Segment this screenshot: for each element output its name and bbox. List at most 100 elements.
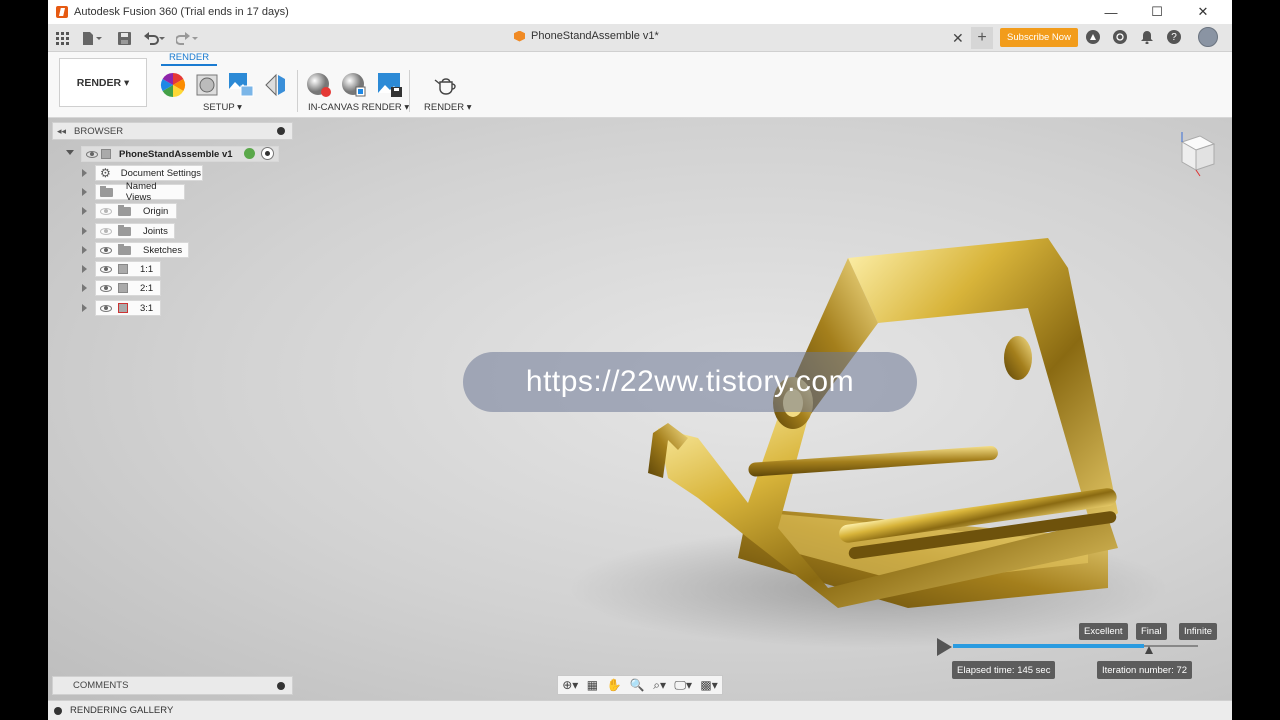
close-tab-button[interactable]: ✕ bbox=[952, 30, 964, 47]
expand-component-3-1[interactable] bbox=[82, 304, 87, 312]
browser-item-origin[interactable]: Origin bbox=[95, 203, 177, 219]
folder-icon bbox=[118, 224, 131, 236]
title-bar: Autodesk Fusion 360 (Trial ends in 17 da… bbox=[48, 0, 1232, 24]
render-teapot-icon[interactable] bbox=[433, 72, 459, 98]
add-comment-icon[interactable] bbox=[277, 682, 285, 690]
visibility-eye-icon[interactable] bbox=[100, 265, 112, 273]
document-tab-title: PhoneStandAssemble v1* bbox=[531, 30, 659, 42]
pan-hand-icon[interactable]: ✋ bbox=[606, 678, 621, 692]
quality-infinite-label[interactable]: Infinite bbox=[1179, 623, 1217, 640]
browser-item-label: Sketches bbox=[143, 244, 183, 256]
play-render-button[interactable] bbox=[937, 638, 952, 656]
visibility-eye-icon[interactable] bbox=[100, 284, 112, 292]
save-icon[interactable] bbox=[118, 29, 131, 47]
in-canvas-render-group-label[interactable]: IN-CANVAS RENDER ▾ bbox=[308, 102, 409, 113]
ribbon-separator bbox=[409, 70, 410, 112]
expand-component-1-1[interactable] bbox=[82, 265, 87, 273]
browser-item-joints[interactable]: Joints bbox=[95, 223, 175, 239]
maximize-button[interactable]: ☐ bbox=[1134, 0, 1180, 24]
link-status-icon bbox=[244, 148, 255, 159]
environment-library-icon[interactable] bbox=[228, 72, 254, 98]
undo-icon[interactable] bbox=[144, 29, 166, 47]
comments-title: COMMENTS bbox=[73, 680, 129, 691]
gallery-expand-icon[interactable] bbox=[54, 707, 62, 715]
browser-item-sketches[interactable]: Sketches bbox=[95, 242, 189, 258]
expand-document-settings[interactable] bbox=[82, 169, 87, 177]
expand-joints[interactable] bbox=[82, 227, 87, 235]
orbit-icon[interactable]: ⊕▾ bbox=[562, 678, 578, 692]
job-status-icon[interactable] bbox=[1113, 30, 1127, 44]
new-tab-button[interactable]: + bbox=[971, 27, 993, 49]
comments-panel-header[interactable]: COMMENTS bbox=[52, 676, 293, 695]
component-icon bbox=[118, 264, 128, 274]
quality-excellent-label[interactable]: Excellent bbox=[1079, 623, 1128, 640]
setup-group-label[interactable]: SETUP ▾ bbox=[203, 102, 242, 113]
browser-item-document-settings[interactable]: ⚙ Document Settings bbox=[95, 165, 203, 181]
browser-item-label: 2:1 bbox=[140, 282, 154, 294]
close-button[interactable]: ✕ bbox=[1180, 0, 1226, 24]
browser-item-label: 1:1 bbox=[140, 263, 154, 275]
expand-origin[interactable] bbox=[82, 207, 87, 215]
expand-sketches[interactable] bbox=[82, 246, 87, 254]
in-canvas-render-icon[interactable] bbox=[306, 72, 332, 98]
browser-item-component-2-1[interactable]: 2:1 bbox=[95, 280, 161, 296]
browser-item-named-views[interactable]: Named Views bbox=[95, 181, 185, 203]
ribbon-toolbar: RENDER ▾ RENDER SETUP ▾ IN-CANVAS RENDER… bbox=[48, 52, 1232, 118]
file-icon[interactable] bbox=[82, 29, 102, 47]
watermark-overlay: https://22ww.tistory.com bbox=[463, 352, 917, 412]
fusion-logo-icon bbox=[56, 6, 68, 18]
rendering-gallery-title: RENDERING GALLERY bbox=[70, 705, 174, 716]
minimize-button[interactable]: — bbox=[1088, 0, 1134, 24]
navigation-toolbar: ⊕▾ ▦ ✋ 🔍 ⌕▾ 🖵▾ ▩▾ bbox=[557, 675, 723, 695]
capture-image-icon[interactable] bbox=[377, 72, 403, 98]
browser-item-component-1-1[interactable]: 1:1 bbox=[95, 261, 161, 277]
subscribe-button[interactable]: Subscribe Now bbox=[1000, 28, 1078, 47]
browser-item-component-3-1[interactable]: 3:1 bbox=[95, 300, 161, 316]
user-avatar[interactable] bbox=[1198, 27, 1218, 47]
render-quality-slider[interactable] bbox=[953, 644, 1198, 648]
document-tab[interactable]: PhoneStandAssemble v1* bbox=[514, 30, 659, 42]
grid-settings-icon[interactable]: ▩▾ bbox=[700, 678, 717, 692]
notifications-bell-icon[interactable] bbox=[1140, 30, 1154, 44]
browser-item-label: 3:1 bbox=[140, 302, 154, 314]
quality-marker[interactable] bbox=[1145, 646, 1153, 654]
visibility-eye-icon[interactable] bbox=[86, 150, 98, 158]
document-cube-icon bbox=[514, 30, 525, 42]
browser-collapse-icon[interactable]: ◂◂ bbox=[57, 126, 66, 137]
look-at-icon[interactable]: ▦ bbox=[587, 678, 598, 692]
component-icon bbox=[118, 283, 128, 293]
browser-item-label: Document Settings bbox=[120, 167, 202, 179]
in-canvas-render-settings-icon[interactable] bbox=[341, 72, 367, 98]
redo-icon[interactable] bbox=[176, 29, 198, 47]
folder-icon bbox=[100, 185, 113, 197]
display-settings-icon[interactable]: 🖵▾ bbox=[674, 678, 692, 693]
scene-settings-icon[interactable] bbox=[194, 72, 220, 98]
expand-named-views[interactable] bbox=[82, 188, 87, 196]
root-expand-icon[interactable] bbox=[66, 150, 74, 155]
visibility-eye-icon[interactable] bbox=[100, 304, 112, 312]
tab-render[interactable]: RENDER bbox=[161, 52, 217, 66]
visibility-eye-icon[interactable] bbox=[100, 207, 112, 215]
appearance-icon[interactable] bbox=[160, 72, 186, 98]
render-group-label[interactable]: RENDER ▾ bbox=[424, 102, 472, 113]
expand-component-2-1[interactable] bbox=[82, 284, 87, 292]
assembly-icon bbox=[101, 149, 111, 159]
texture-map-controls-icon[interactable] bbox=[262, 72, 288, 98]
rendering-gallery-bar[interactable]: RENDERING GALLERY bbox=[48, 700, 1232, 720]
browser-pin-icon[interactable] bbox=[277, 127, 285, 135]
view-cube[interactable] bbox=[1174, 130, 1218, 178]
tab-bar: PhoneStandAssemble v1* ✕ + Subscribe Now… bbox=[48, 24, 1232, 52]
fit-zoom-icon[interactable]: ⌕▾ bbox=[653, 678, 666, 693]
browser-panel-header[interactable]: ◂◂ BROWSER bbox=[52, 122, 293, 140]
folder-icon bbox=[118, 243, 131, 255]
visibility-eye-icon[interactable] bbox=[100, 246, 112, 254]
visibility-eye-icon[interactable] bbox=[100, 227, 112, 235]
quality-final-label[interactable]: Final bbox=[1136, 623, 1167, 640]
fusion-window: Autodesk Fusion 360 (Trial ends in 17 da… bbox=[48, 0, 1232, 720]
browser-item-label: Joints bbox=[143, 225, 168, 237]
app-grid-icon[interactable] bbox=[56, 29, 69, 47]
help-icon[interactable]: ? bbox=[1167, 30, 1181, 44]
zoom-icon[interactable]: 🔍 bbox=[630, 678, 645, 692]
extensions-icon[interactable] bbox=[1086, 30, 1100, 44]
workspace-switcher[interactable]: RENDER ▾ bbox=[59, 58, 147, 107]
